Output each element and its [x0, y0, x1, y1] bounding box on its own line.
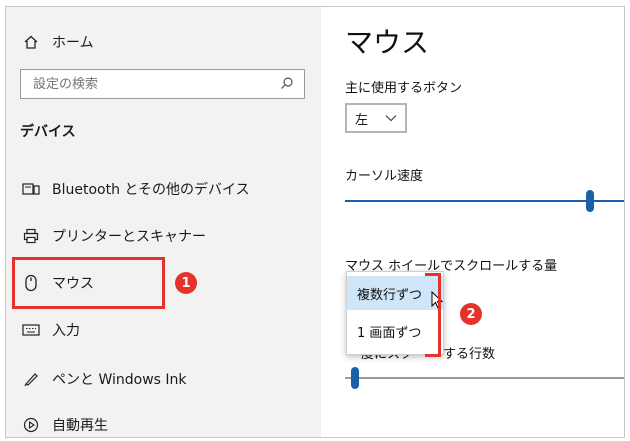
home-label: ホーム [52, 35, 94, 51]
settings-window: ホーム デバイス Bluetooth とその他のデバイス プリンターとスキャナー [5, 6, 625, 438]
search-input[interactable] [31, 75, 280, 93]
primary-button-value: 左 [355, 112, 369, 128]
scroll-lines-track [345, 377, 624, 379]
chevron-down-icon [385, 111, 397, 126]
sidebar-item-label: 自動再生 [52, 418, 108, 434]
sidebar-item-printers[interactable]: プリンターとスキャナー [20, 219, 206, 253]
sidebar-item-autoplay[interactable]: 自動再生 [20, 408, 108, 437]
scroll-option-label: 1 画面ずつ [357, 325, 422, 341]
pen-icon [20, 368, 42, 390]
primary-button-select[interactable]: 左 [345, 103, 407, 133]
cursor-speed-label: カーソル速度 [345, 169, 424, 184]
page-title: マウス [345, 26, 430, 59]
sidebar-item-label: ペンと Windows Ink [52, 372, 187, 388]
sidebar-item-label: 入力 [52, 323, 80, 339]
section-title: デバイス [20, 124, 76, 140]
options-highlight-bracket [425, 273, 441, 357]
autoplay-icon [20, 414, 42, 436]
sidebar-item-label: プリンターとスキャナー [52, 229, 206, 245]
home-nav[interactable]: ホーム [20, 25, 94, 59]
sidebar-item-typing[interactable]: 入力 [20, 313, 80, 347]
scroll-option-label: 複数行ずつ [357, 287, 423, 303]
search-icon[interactable] [280, 75, 294, 94]
main-panel: マウス 主に使用するボタン 左 カーソル速度 マウス ホイールでスクロールする量… [321, 7, 624, 437]
sidebar-item-bluetooth[interactable]: Bluetooth とその他のデバイス [20, 172, 250, 206]
annotation-badge-1: 1 [175, 272, 197, 294]
scroll-lines-thumb[interactable] [351, 367, 359, 389]
search-box[interactable] [20, 69, 305, 99]
printer-icon [20, 225, 42, 247]
scroll-lines-label-end: する行数 [443, 347, 496, 362]
keyboard-icon [20, 319, 42, 341]
annotation-badge-2: 2 [460, 303, 482, 325]
home-icon [20, 31, 42, 53]
sidebar: ホーム デバイス Bluetooth とその他のデバイス プリンターとスキャナー [6, 7, 321, 437]
sidebar-item-pen[interactable]: ペンと Windows Ink [20, 362, 187, 396]
bluetooth-devices-icon [20, 178, 42, 200]
cursor-speed-track [345, 200, 624, 202]
mouse-highlight-box [12, 257, 165, 309]
primary-button-label: 主に使用するボタン [345, 81, 463, 96]
sidebar-item-label: Bluetooth とその他のデバイス [52, 182, 250, 198]
cursor-speed-thumb[interactable] [586, 190, 594, 212]
